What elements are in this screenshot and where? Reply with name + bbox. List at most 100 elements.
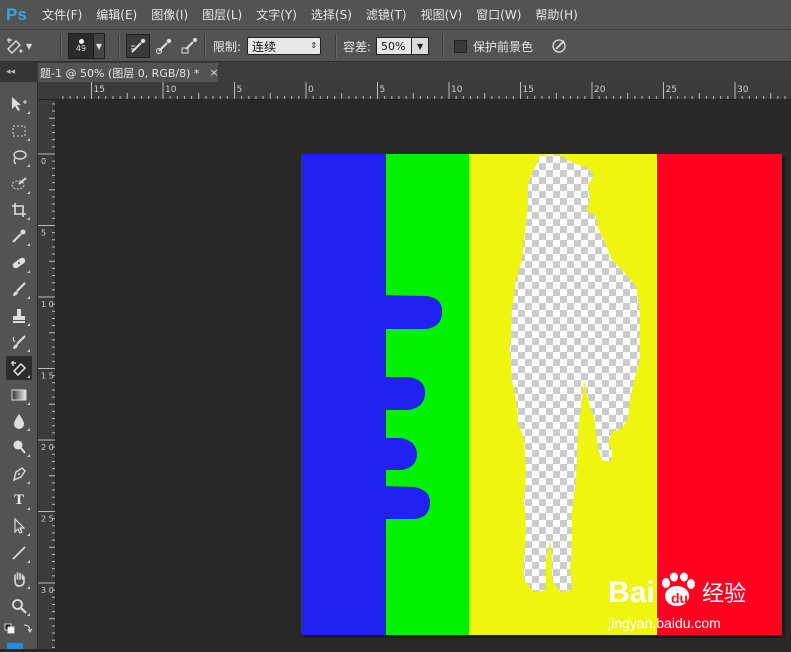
menu-bar: Ps 文件(F) 编辑(E) 图像(I) 图层(L) 文字(Y) 选择(S) 滤…	[0, 0, 791, 29]
ruler-h-label: 30	[737, 85, 749, 95]
ruler-v-label: 1 0	[41, 300, 54, 309]
foreground-color-swatch[interactable]	[7, 643, 23, 649]
stamp-icon	[13, 309, 25, 323]
water-drop-icon	[14, 414, 24, 429]
protect-foreground-checkbox[interactable]	[454, 39, 467, 53]
close-icon[interactable]: ×	[209, 66, 218, 79]
horizontal-ruler: 15 10 5 0 5 10 15 20 25 30	[38, 82, 791, 100]
background-eraser-icon	[11, 361, 26, 376]
eyedropper-tool[interactable]	[6, 224, 32, 248]
menu-filter[interactable]: 滤镜(T)	[366, 6, 407, 23]
line-tool[interactable]	[6, 541, 32, 565]
dodge-icon	[13, 440, 26, 454]
hand-tool[interactable]	[6, 567, 32, 591]
dodge-tool[interactable]	[6, 435, 32, 459]
marquee-icon	[12, 125, 26, 137]
ruler-h-label: 15	[523, 85, 534, 95]
photoshop-logo: Ps	[6, 4, 27, 24]
sampling-background-swatch-button[interactable]	[178, 35, 200, 57]
ruler-h-label: 0	[308, 85, 314, 95]
collapse-panels-button[interactable]: ◂◂	[0, 62, 38, 82]
background-eraser-preset-icon	[4, 35, 26, 57]
menu-layer[interactable]: 图层(L)	[202, 6, 242, 23]
pen-nib-icon	[12, 467, 26, 482]
brush-size-value: 49	[75, 44, 87, 53]
eyedropper-continuous-icon	[131, 38, 146, 53]
stylus-pressure-icon	[552, 39, 566, 53]
menu-image[interactable]: 图像(I)	[151, 6, 188, 23]
brush-picker[interactable]: 49 ▼	[68, 30, 105, 62]
swap-colors-icon	[4, 623, 33, 634]
ruler-v-label: 2 0	[41, 443, 54, 452]
menu-select[interactable]: 选择(S)	[311, 6, 352, 23]
sampling-continuous-button[interactable]	[126, 34, 150, 58]
brush-dropdown-button[interactable]: ▼	[94, 33, 105, 59]
quick-selection-icon	[11, 177, 27, 190]
baidu-logo: Bai du 经验 jingyan.baidu.com	[607, 572, 746, 631]
menu-type[interactable]: 文字(Y)	[256, 6, 297, 23]
ruler-v-label: 2 5	[41, 515, 54, 524]
magnifier-icon	[12, 599, 27, 614]
quick-selection-tool[interactable]	[6, 172, 32, 196]
type-tool[interactable]: T	[6, 488, 32, 512]
menu-view[interactable]: 视图(V)	[421, 6, 463, 23]
ruler-h-label: 10	[165, 85, 177, 95]
path-selection-tool[interactable]	[6, 514, 32, 538]
toolbox: T	[0, 82, 38, 649]
healing-brush-tool[interactable]	[6, 251, 32, 275]
ruler-h-label: 5	[237, 85, 243, 95]
crop-icon	[12, 203, 26, 217]
zoom-tool[interactable]	[6, 594, 32, 618]
red-stripe	[657, 154, 782, 635]
menu-window[interactable]: 窗口(W)	[476, 6, 521, 23]
eyedropper-icon	[12, 229, 26, 243]
menu-edit[interactable]: 编辑(E)	[96, 6, 137, 23]
clone-stamp-tool[interactable]	[6, 304, 32, 328]
options-bar: ▼ 49 ▼ 限制: 连续 ⇕ 容差: 50% ▼ 保护前景色	[0, 29, 791, 62]
document-tab[interactable]: 题-1 @ 50% (图层 0, RGB/8) * ×	[38, 63, 219, 82]
arrow-cursor-icon	[14, 518, 26, 534]
color-swap-controls[interactable]	[4, 622, 34, 636]
watermark-brand-left: Bai	[608, 576, 655, 609]
ruler-v-label: 1 5	[41, 372, 54, 381]
tolerance-dropdown-button[interactable]: ▼	[412, 37, 430, 55]
crop-tool[interactable]	[6, 198, 32, 222]
limit-value: 连续	[252, 39, 277, 54]
move-tool[interactable]	[6, 92, 32, 116]
ruler-h-label: 15	[94, 85, 105, 95]
sampling-once-button[interactable]	[153, 35, 175, 57]
updown-arrow-icon: ⇕	[310, 41, 318, 50]
menu-file[interactable]: 文件(F)	[42, 6, 82, 23]
bandage-icon	[12, 257, 26, 269]
chevron-down-icon: ▼	[416, 41, 424, 51]
history-brush-tool[interactable]	[6, 330, 32, 354]
menu-help[interactable]: 帮助(H)	[535, 6, 577, 23]
paw-icon: du	[662, 572, 695, 606]
background-eraser-tool[interactable]	[6, 356, 32, 380]
lasso-tool[interactable]	[6, 145, 32, 169]
gradient-tool[interactable]	[6, 383, 32, 407]
eyedropper-swatch-icon	[181, 38, 197, 54]
hand-icon	[14, 572, 25, 587]
history-brush-icon	[12, 335, 26, 349]
blur-tool[interactable]	[6, 409, 32, 433]
brush-preview: 49	[68, 33, 94, 59]
document-tab-title: 题-1 @ 50% (图层 0, RGB/8) *	[40, 66, 200, 80]
brush-tool[interactable]	[6, 277, 32, 301]
ruler-h-label: 25	[666, 85, 677, 95]
watermark-url: jingyan.baidu.com	[607, 615, 721, 631]
brush-icon	[13, 282, 26, 296]
ruler-v-label: 5	[41, 229, 46, 238]
pen-tool[interactable]	[6, 462, 32, 486]
document-tabs-bar: ◂◂ 题-1 @ 50% (图层 0, RGB/8) * ×	[0, 62, 791, 82]
line-icon	[12, 546, 26, 560]
marquee-tool[interactable]	[6, 119, 32, 143]
tolerance-input[interactable]: 50%	[376, 37, 413, 55]
pressure-size-button[interactable]	[548, 35, 570, 57]
gradient-icon	[11, 389, 27, 401]
ruler-h-label: 10	[451, 85, 463, 95]
limit-select[interactable]: 连续 ⇕	[247, 37, 322, 55]
tolerance-label: 容差:	[343, 39, 372, 54]
tool-preset-picker[interactable]: ▼	[4, 30, 32, 62]
move-icon	[12, 97, 27, 111]
